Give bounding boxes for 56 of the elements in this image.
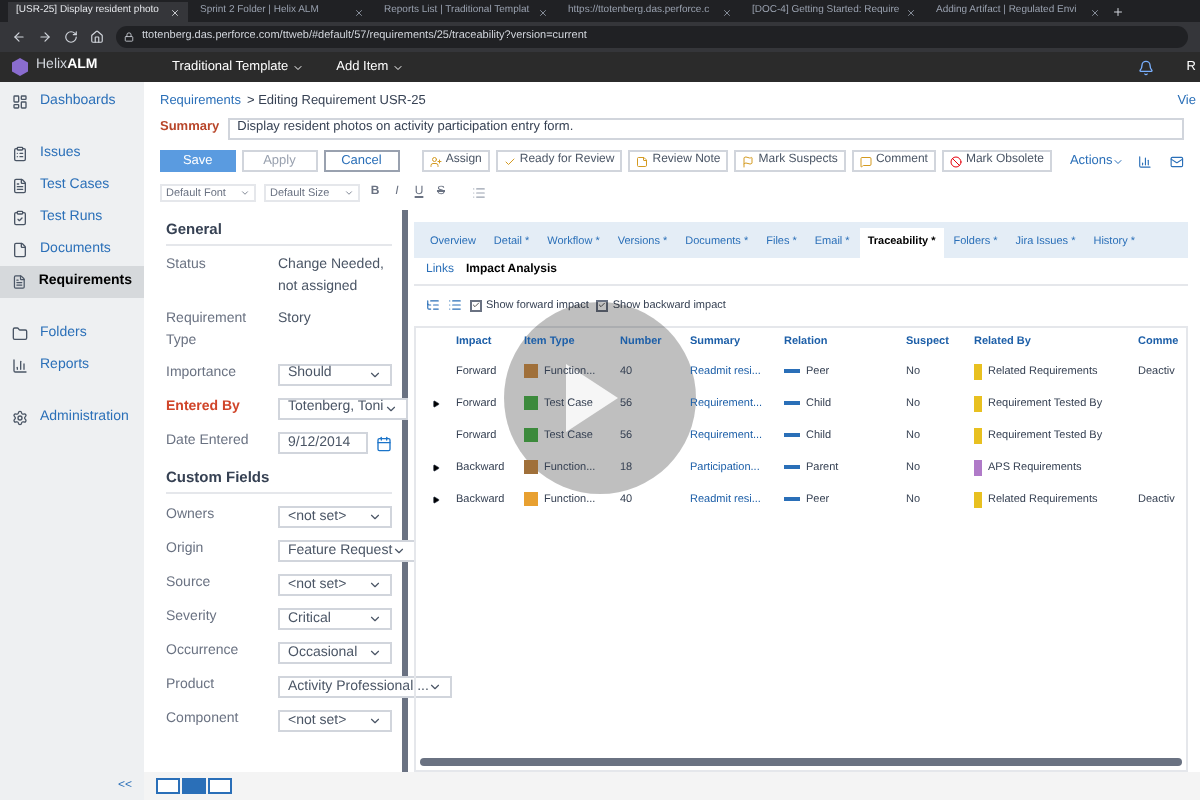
caret-icon (292, 61, 305, 73)
check-icon (503, 155, 516, 168)
relation-icon (784, 400, 800, 407)
flag-icon (742, 155, 755, 168)
horizontal-scrollbar[interactable] (420, 758, 1182, 766)
nav-icon (12, 178, 28, 194)
prohibited-icon (949, 155, 962, 168)
expand-icon[interactable] (432, 399, 440, 408)
checkbox[interactable] (470, 299, 482, 312)
layout-toggle[interactable] (182, 778, 206, 794)
reload-icon[interactable] (64, 30, 78, 44)
caret-icon (1112, 155, 1125, 168)
nav-icon (12, 146, 28, 162)
caret-icon (368, 612, 382, 627)
layout-toggle[interactable] (208, 778, 232, 794)
nav-icon (12, 274, 27, 290)
user-plus-icon (429, 155, 442, 168)
caret-icon (368, 578, 382, 593)
nav-icon (12, 410, 28, 426)
caret-icon (240, 188, 250, 199)
relation-icon (784, 432, 800, 439)
new-tab-icon[interactable] (1112, 6, 1124, 18)
back-icon[interactable] (12, 30, 26, 44)
relation-icon (784, 368, 800, 375)
caret-icon (383, 402, 398, 416)
caret-icon (344, 188, 354, 199)
home-icon[interactable] (90, 30, 104, 44)
lock-icon (124, 32, 134, 42)
expand-icon[interactable] (432, 495, 440, 504)
caret-icon (368, 368, 382, 382)
expand-icon[interactable] (432, 463, 440, 472)
notification-icon[interactable] (1138, 59, 1155, 75)
tree-icon[interactable] (426, 298, 440, 313)
note-icon (636, 155, 649, 168)
nav-icon (12, 326, 28, 342)
relation-icon (784, 464, 800, 471)
caret-icon (368, 510, 382, 525)
caret-icon (392, 61, 405, 73)
nav-icon (12, 358, 28, 374)
layout-toggle[interactable] (156, 778, 180, 794)
mail-icon[interactable] (1170, 153, 1185, 170)
hexagon-logo-icon (12, 58, 28, 76)
list-icon[interactable] (448, 298, 462, 313)
caret-icon (368, 714, 382, 729)
nav-icon (12, 94, 28, 110)
forward-icon[interactable] (38, 30, 52, 44)
comment-icon (859, 155, 872, 168)
caret-icon (392, 544, 407, 559)
caret-icon (368, 646, 382, 661)
nav-icon (12, 242, 28, 258)
relation-icon (784, 496, 800, 503)
checkbox[interactable] (596, 299, 609, 312)
nav-icon (12, 210, 28, 226)
chart-icon[interactable] (1138, 153, 1153, 170)
calendar-icon[interactable] (376, 435, 392, 451)
caret-icon (428, 680, 443, 695)
